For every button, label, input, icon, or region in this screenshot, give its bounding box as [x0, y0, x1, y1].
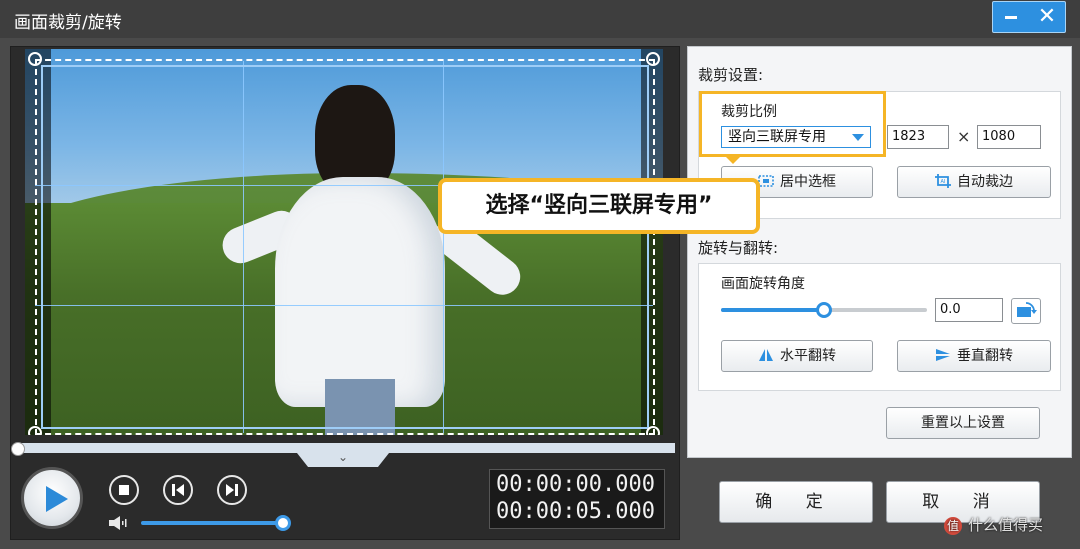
minimize-icon	[1005, 16, 1017, 19]
crop-handle-bottom-right[interactable]	[646, 426, 660, 435]
auto-crop-icon: AI	[935, 174, 951, 188]
watermark-text: 什么值得买	[968, 516, 1044, 534]
playback-progress-knob[interactable]	[11, 442, 25, 456]
next-frame-icon	[226, 484, 238, 496]
crop-handle-top-left[interactable]	[28, 52, 42, 66]
preview-panel: ⌄ 00:00:00.000 00:00:05.000	[10, 46, 680, 540]
ok-button[interactable]: 确 定	[719, 481, 873, 523]
vertical-flip-icon	[936, 349, 950, 361]
center-selection-icon	[758, 175, 774, 187]
center-selection-label: 居中选框	[780, 174, 836, 190]
crop-handle-bottom-left[interactable]	[28, 426, 42, 435]
rotation-angle-slider-knob[interactable]	[816, 302, 832, 318]
stop-icon	[119, 485, 129, 495]
video-preview[interactable]	[25, 49, 663, 435]
callout-annotation: 选择“竖向三联屏专用”	[438, 178, 760, 234]
timecode-total: 00:00:05.000	[496, 499, 655, 524]
timecode-current: 00:00:00.000	[496, 472, 655, 497]
horizontal-flip-icon	[759, 349, 773, 361]
crop-rotate-dialog: 画面裁剪/旋转 ✕ ⌄ 00:00:00.000 00:00:05.000 裁剪…	[0, 0, 1080, 549]
auto-crop-label: 自动裁边	[957, 174, 1013, 190]
next-frame-button[interactable]	[217, 475, 247, 505]
window-controls: ✕	[992, 1, 1066, 33]
rotate-90-button[interactable]	[1011, 298, 1041, 324]
previous-frame-icon	[172, 484, 184, 496]
chevron-down-icon[interactable]: ⌄	[338, 450, 348, 464]
rotate-settings-title: 旋转与翻转:	[698, 239, 779, 257]
minimize-button[interactable]	[993, 2, 1029, 32]
crop-width-input[interactable]: 1823	[887, 125, 949, 149]
reset-settings-button[interactable]: 重置以上设置	[886, 407, 1040, 439]
horizontal-flip-label: 水平翻转	[780, 348, 836, 364]
timecode-display: 00:00:00.000 00:00:05.000	[489, 469, 665, 529]
crop-settings-title: 裁剪设置:	[698, 66, 764, 84]
close-button[interactable]: ✕	[1029, 2, 1065, 32]
title-bar: 画面裁剪/旋转 ✕	[0, 0, 1080, 38]
rotation-angle-slider-fill	[721, 308, 824, 312]
horizontal-flip-button[interactable]: 水平翻转	[721, 340, 873, 372]
rotation-angle-input[interactable]: 0.0	[935, 298, 1003, 322]
auto-crop-button[interactable]: AI 自动裁边	[897, 166, 1051, 198]
previous-frame-button[interactable]	[163, 475, 193, 505]
volume-icon[interactable]	[109, 515, 131, 535]
volume-slider[interactable]	[141, 521, 283, 525]
play-icon	[46, 486, 68, 512]
vertical-flip-button[interactable]: 垂直翻转	[897, 340, 1051, 372]
vertical-flip-label: 垂直翻转	[957, 348, 1013, 364]
rotate-settings-group: 画面旋转角度 0.0 水平翻转 垂直翻转	[698, 263, 1061, 391]
close-icon: ✕	[1037, 4, 1057, 29]
volume-slider-knob[interactable]	[275, 515, 291, 531]
highlight-box	[699, 91, 886, 157]
stop-button[interactable]	[109, 475, 139, 505]
crop-handle-top-right[interactable]	[646, 52, 660, 66]
window-title: 画面裁剪/旋转	[14, 13, 122, 33]
svg-text:AI: AI	[941, 179, 946, 185]
rotate-icon	[1017, 302, 1037, 317]
crop-height-input[interactable]: 1080	[977, 125, 1041, 149]
highlight-tip	[725, 156, 741, 164]
play-button[interactable]	[21, 467, 83, 529]
crop-frame[interactable]	[35, 59, 655, 435]
rotation-angle-label: 画面旋转角度	[721, 276, 805, 292]
times-sign: ×	[957, 127, 971, 146]
watermark-logo-icon: 值	[944, 516, 962, 535]
watermark: 值什么值得买	[944, 514, 1043, 535]
